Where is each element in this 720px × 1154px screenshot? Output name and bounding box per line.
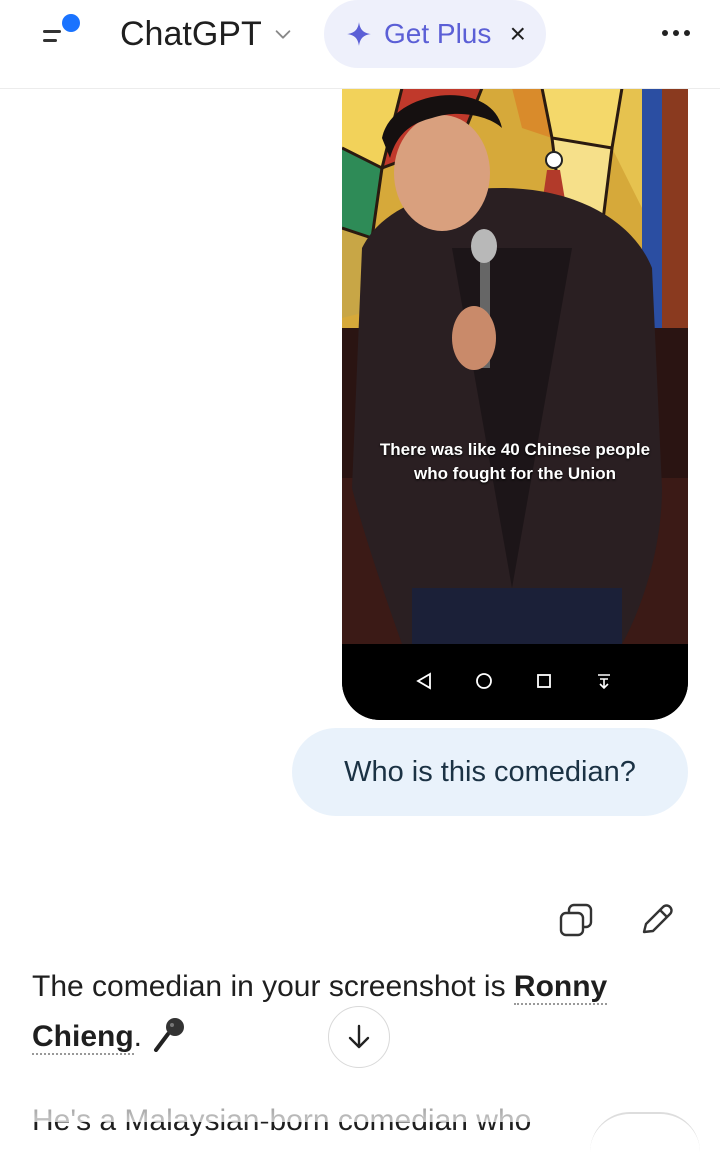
answer-text: The comedian in your screenshot is: [32, 970, 514, 1003]
chevron-down-icon: [275, 30, 291, 39]
android-nav-bar: [342, 644, 688, 720]
more-dot: [673, 30, 679, 36]
model-selector[interactable]: ChatGPT: [120, 12, 294, 56]
sparkle-icon: [347, 22, 371, 46]
edit-pencil-icon[interactable]: [638, 902, 674, 938]
scroll-to-bottom-button[interactable]: [328, 1006, 390, 1068]
more-dot: [684, 30, 690, 36]
more-options-button[interactable]: [654, 14, 698, 50]
app-title: ChatGPT: [120, 14, 262, 53]
answer-period: .: [133, 1020, 143, 1053]
close-plus-button[interactable]: ×: [510, 18, 526, 50]
sidebar-menu-button[interactable]: [36, 12, 86, 52]
bottom-fade: [0, 1070, 720, 1122]
more-dot: [662, 30, 668, 36]
notification-pull-icon: [598, 674, 610, 690]
recents-square-icon: [537, 674, 551, 688]
back-triangle-icon: [416, 672, 431, 690]
video-caption-line-2: who fought for the Union: [413, 464, 617, 483]
copy-icon[interactable]: [558, 902, 594, 938]
menu-line: [43, 30, 61, 33]
video-caption-line-1: There was like 40 Chinese people: [379, 440, 651, 459]
notification-dot-icon: [62, 14, 80, 32]
arrow-down-icon: [348, 1024, 370, 1049]
menu-line: [43, 39, 57, 42]
home-circle-icon: [476, 673, 492, 689]
attached-screenshot[interactable]: There was like 40 Chinese people who fou…: [342, 88, 688, 720]
get-plus-button[interactable]: Get Plus ×: [324, 0, 546, 68]
comedian-video-frame: [342, 88, 688, 644]
get-plus-label: Get Plus: [384, 18, 492, 49]
microphone-icon: [154, 1018, 185, 1052]
user-message: Who is this comedian?: [292, 728, 688, 816]
top-bar: ChatGPT Get Plus ×: [0, 0, 720, 89]
